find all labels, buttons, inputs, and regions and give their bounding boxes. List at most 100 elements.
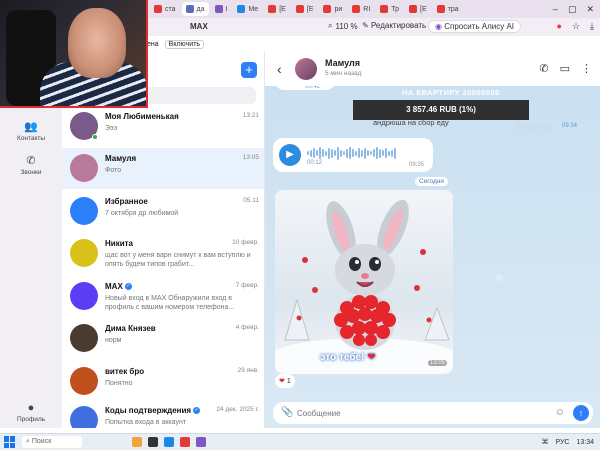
nav-profile[interactable]: ● Профиль [6, 402, 56, 423]
waveform-bar [370, 151, 372, 155]
avatar[interactable] [295, 58, 317, 80]
app-icon[interactable] [148, 437, 158, 447]
browser-tab[interactable]: да [181, 2, 209, 16]
edit-button[interactable]: ✎ Редактировать [358, 20, 430, 31]
avatar [70, 197, 98, 225]
new-chat-button[interactable]: + [241, 62, 257, 78]
photo-message[interactable] [275, 190, 453, 374]
contacts-icon: 👥 [24, 121, 38, 133]
browser-tab[interactable]: [Е [264, 2, 290, 16]
maximize-icon[interactable]: ▢ [568, 4, 577, 15]
chat-name: витек бро [105, 367, 145, 376]
taskbar-search[interactable]: ⌕ Поиск [22, 436, 82, 448]
minimize-icon[interactable]: – [553, 4, 558, 15]
avatar [70, 154, 98, 182]
browser-tab[interactable]: Тр [376, 2, 403, 16]
message-input[interactable] [297, 406, 537, 420]
tab-favicon-icon [409, 5, 418, 13]
system-tray: ⌘ РУС 13:34 [541, 438, 600, 447]
chat-preview: Понятно [105, 380, 133, 387]
network-icon[interactable]: ⌘ [541, 438, 548, 446]
start-icon[interactable] [4, 436, 16, 448]
back-icon[interactable]: ‹ [277, 61, 282, 77]
message-composer: 📎 ☺ ↑ [273, 402, 593, 424]
avatar [70, 239, 98, 267]
waveform[interactable] [307, 146, 396, 160]
app-icon[interactable] [132, 437, 142, 447]
browser-tab[interactable]: ста [150, 2, 180, 16]
chat-list-item[interactable]: Коды подтверждения ✓ 24 дек. 2025 г. Попытк… [62, 400, 264, 428]
waveform-bar [364, 147, 366, 159]
app-icon[interactable] [196, 437, 206, 447]
waveform-bar [307, 151, 309, 155]
browser-tab[interactable]: Me [233, 2, 262, 16]
nav-calls[interactable]: ✆ Звонки [6, 154, 56, 176]
waveform-bar [373, 149, 375, 157]
app-icon[interactable] [164, 437, 174, 447]
browser-tab[interactable]: тра [433, 2, 463, 16]
chat-list-item[interactable]: Моя Любименькая 13:21 Эээ [62, 106, 264, 147]
browser-tab[interactable]: ри [319, 2, 346, 16]
video-call-icon[interactable]: ▭ [560, 62, 570, 75]
browser-tab[interactable]: [Е [292, 2, 318, 16]
zoom-control[interactable]: ⌕ 110 % [328, 21, 358, 31]
waveform-bar [382, 150, 384, 156]
app-icon[interactable] [180, 437, 190, 447]
chat-list-item[interactable]: Никита 10 февр. щас вот у меня варн снимут… [62, 233, 264, 274]
chat-list-item[interactable]: Избранное 05.11 7 октября др любимой [62, 191, 264, 232]
avatar [70, 406, 98, 428]
chat-name: Мамуля [105, 154, 137, 163]
more-icon[interactable]: ⋮ [581, 62, 592, 75]
taskbar-apps [132, 437, 206, 447]
chat-list-item[interactable]: Дима Князев 4 февр. норм [62, 318, 264, 359]
attach-icon[interactable]: 📎 [281, 407, 293, 418]
chat-list-item[interactable]: Мамуля 13:05 Фото [62, 148, 264, 189]
avatar [70, 367, 98, 395]
sticker-icon[interactable]: ☺ [555, 407, 565, 418]
ask-alice-button[interactable]: ◉ Спросить Алису AI [428, 20, 522, 33]
enable-button[interactable]: Включить [164, 39, 205, 49]
avatar [70, 282, 98, 310]
chat-time: 4 февр. [235, 324, 259, 331]
reaction-badge[interactable]: ❤ 1 [275, 374, 295, 388]
browser-tab[interactable]: [Е [405, 2, 431, 16]
waveform-bar [355, 150, 357, 156]
message-time: 09:34 [562, 123, 578, 129]
nav-contacts[interactable]: 👥 Контакты [6, 120, 56, 142]
conversation-header: ‹ Мамуля 5 мин назад ✆ ▭ ⋮ [265, 52, 600, 86]
waveform-bar [325, 150, 327, 156]
call-icon[interactable]: ✆ [539, 62, 548, 75]
tab-favicon-icon [295, 5, 304, 13]
browser-tab[interactable]: I [211, 2, 232, 16]
extension-icon[interactable]: ● [557, 21, 562, 32]
play-icon[interactable]: ▶ [279, 144, 301, 166]
waveform-bar [394, 147, 396, 159]
chat-list-item[interactable]: MAX ✓ 7 февр. Новый вход в MAX Обнаружили в… [62, 276, 264, 317]
tab-favicon-icon [185, 5, 194, 13]
waveform-bar [340, 149, 342, 157]
voice-message[interactable]: ▶ 00:12 09:35 [273, 138, 433, 172]
waveform-bar [316, 150, 318, 156]
waveform-bar [379, 148, 381, 158]
chat-time: 29 янв. [237, 367, 259, 374]
contact-name: Мамуля [325, 58, 361, 68]
header-actions: ✆ ▭ ⋮ [539, 62, 592, 75]
waveform-bar [367, 150, 369, 156]
download-icon[interactable]: ⤓ [590, 21, 594, 32]
chat-name: MAX ✓ [105, 282, 132, 291]
browser-tab[interactable]: RI [348, 2, 374, 16]
clock[interactable]: 13:34 [576, 439, 594, 446]
send-button[interactable]: ↑ [573, 405, 589, 421]
chat-list-item[interactable]: витек бро 29 янв. Понятно [62, 361, 264, 402]
photo-caption: это тебе! ❤ [320, 352, 376, 363]
close-icon[interactable]: ✕ [586, 4, 594, 15]
zoom-level: 110 % [335, 21, 358, 31]
verified-icon: ✓ [124, 283, 132, 291]
stream-goal-amount: 10 000 000 [515, 122, 553, 131]
donation-banner: 3 857.46 RUB (1%) [353, 100, 529, 120]
bookmark-icon[interactable]: ☆ [572, 21, 580, 32]
language-indicator[interactable]: РУС [555, 439, 569, 446]
waveform-bar [313, 148, 315, 158]
waveform-bar [310, 149, 312, 157]
chat-time: 13:21 [242, 112, 259, 119]
